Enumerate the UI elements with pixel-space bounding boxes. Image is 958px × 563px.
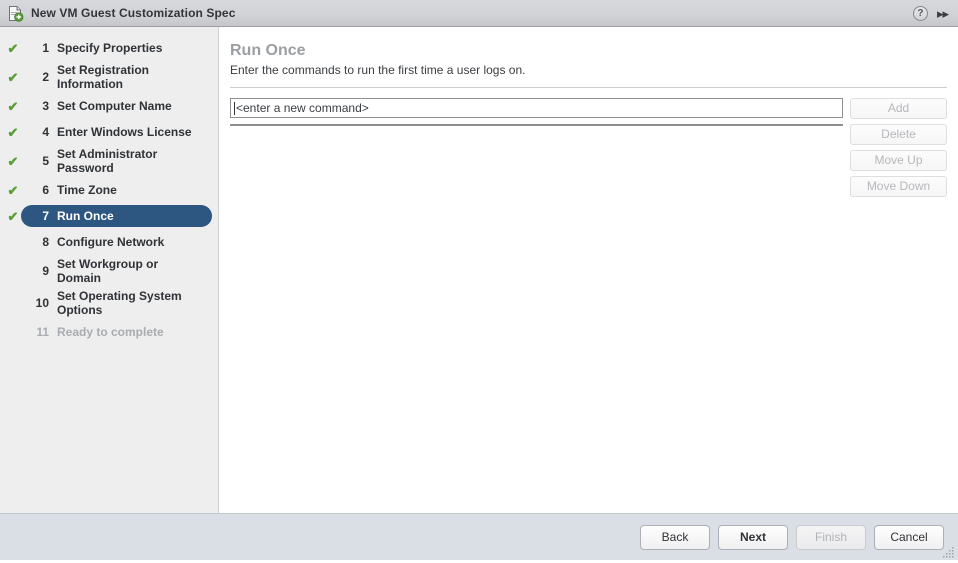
new-document-icon (7, 5, 24, 22)
sidebar-step-9-pill: 9 Set Workgroup or Domain (21, 255, 212, 287)
cancel-button[interactable]: Cancel (874, 524, 944, 550)
sidebar-step-3-number: 3 (42, 99, 49, 113)
wizard-footer: Back Next Finish Cancel (0, 513, 958, 560)
finish-button[interactable]: Finish (796, 524, 866, 550)
sidebar-step-6-number: 6 (42, 183, 49, 197)
check-icon: ✔ (7, 182, 19, 198)
sidebar-step-1-label: Specify Properties (57, 41, 163, 55)
sidebar-step-8[interactable]: 8 Configure Network (0, 229, 218, 255)
sidebar-step-3-label: Set Computer Name (57, 99, 172, 113)
text-caret (234, 101, 235, 115)
sidebar-step-7[interactable]: ✔ 7 Run Once (0, 203, 218, 229)
sidebar-step-7-number: 7 (42, 209, 49, 223)
header-divider (230, 87, 947, 88)
wizard-steps-sidebar: ✔ 1 Specify Properties ✔ 2 Set Registrat… (0, 27, 219, 513)
sidebar-step-10-pill: 10 Set Operating System Options (21, 287, 212, 319)
sidebar-step-11: 11 Ready to complete (0, 319, 218, 345)
check-icon: ✔ (7, 153, 19, 169)
sidebar-step-5-pill: 5 Set Administrator Password (21, 145, 212, 177)
sidebar-step-5-label: Set Administrator Password (57, 147, 158, 175)
sidebar-step-8-number: 8 (42, 235, 49, 249)
sidebar-step-4-pill: 4 Enter Windows License (21, 121, 212, 143)
sidebar-step-7-label: Run Once (57, 209, 114, 223)
next-button[interactable]: Next (718, 524, 788, 550)
sidebar-step-4-number: 4 (42, 125, 49, 139)
check-icon: ✔ (7, 69, 19, 85)
sidebar-step-5[interactable]: ✔ 5 Set Administrator Password (0, 145, 218, 177)
sidebar-step-10-number: 10 (35, 296, 49, 310)
window-titlebar: New VM Guest Customization Spec ? ▸▸ (0, 0, 958, 27)
sidebar-step-6[interactable]: ✔ 6 Time Zone (0, 177, 218, 203)
help-icon[interactable]: ? (912, 5, 928, 21)
sidebar-step-9-number: 9 (42, 264, 49, 278)
sidebar-step-11-label: Ready to complete (57, 325, 164, 339)
add-button[interactable]: Add (850, 98, 947, 119)
sidebar-step-11-pill: 11 Ready to complete (21, 321, 212, 343)
sidebar-step-3[interactable]: ✔ 3 Set Computer Name (0, 93, 218, 119)
sidebar-step-2[interactable]: ✔ 2 Set Registration Information (0, 61, 218, 93)
window-body: ✔ 1 Specify Properties ✔ 2 Set Registrat… (0, 27, 958, 513)
sidebar-step-1[interactable]: ✔ 1 Specify Properties (0, 35, 218, 61)
main-content: Run Once Enter the commands to run the f… (219, 27, 958, 513)
sidebar-step-11-number: 11 (36, 325, 49, 339)
resize-grip-icon[interactable] (943, 545, 955, 558)
page-description: Enter the commands to run the first time… (230, 63, 526, 77)
command-editor-left: <enter a new command> (230, 98, 843, 136)
sidebar-step-6-label: Time Zone (57, 183, 117, 197)
command-list[interactable] (230, 124, 843, 126)
sidebar-step-9-label: Set Workgroup or Domain (57, 257, 159, 285)
check-icon: ✔ (7, 208, 19, 224)
sidebar-step-8-pill: 8 Configure Network (21, 231, 212, 253)
check-icon: ✔ (7, 40, 19, 56)
move-up-button[interactable]: Move Up (850, 150, 947, 171)
sidebar-step-1-number: 1 (42, 41, 49, 55)
sidebar-step-4[interactable]: ✔ 4 Enter Windows License (0, 119, 218, 145)
sidebar-step-5-number: 5 (42, 154, 49, 168)
page-title: Run Once (230, 42, 306, 59)
back-button[interactable]: Back (640, 524, 710, 550)
window-title: New VM Guest Customization Spec (31, 6, 236, 20)
sidebar-step-2-label: Set Registration Information (57, 63, 150, 91)
new-command-input-value: <enter a new command> (236, 101, 369, 115)
sidebar-step-1-pill: 1 Specify Properties (21, 37, 212, 59)
check-icon: ✔ (7, 124, 19, 140)
sidebar-step-8-label: Configure Network (57, 235, 165, 249)
sidebar-step-9[interactable]: 9 Set Workgroup or Domain (0, 255, 218, 287)
sidebar-step-2-number: 2 (42, 70, 49, 84)
sidebar-step-10[interactable]: 10 Set Operating System Options (0, 287, 218, 319)
sidebar-step-4-label: Enter Windows License (57, 125, 192, 139)
move-down-button[interactable]: Move Down (850, 176, 947, 197)
sidebar-step-3-pill: 3 Set Computer Name (21, 95, 212, 117)
wizard-window: New VM Guest Customization Spec ? ▸▸ ✔ 1… (0, 0, 958, 560)
double-chevron-right-icon[interactable]: ▸▸ (937, 7, 949, 20)
check-icon: ✔ (7, 98, 19, 114)
new-command-input[interactable]: <enter a new command> (230, 98, 843, 118)
command-action-buttons: Add Delete Move Up Move Down (850, 98, 947, 197)
delete-button[interactable]: Delete (850, 124, 947, 145)
sidebar-step-10-label: Set Operating System Options (57, 289, 182, 317)
sidebar-step-6-pill: 6 Time Zone (21, 179, 212, 201)
sidebar-step-7-pill: 7 Run Once (21, 205, 212, 227)
command-editor-row: <enter a new command> Add Delete Move Up… (230, 98, 947, 513)
sidebar-step-2-pill: 2 Set Registration Information (21, 61, 212, 93)
